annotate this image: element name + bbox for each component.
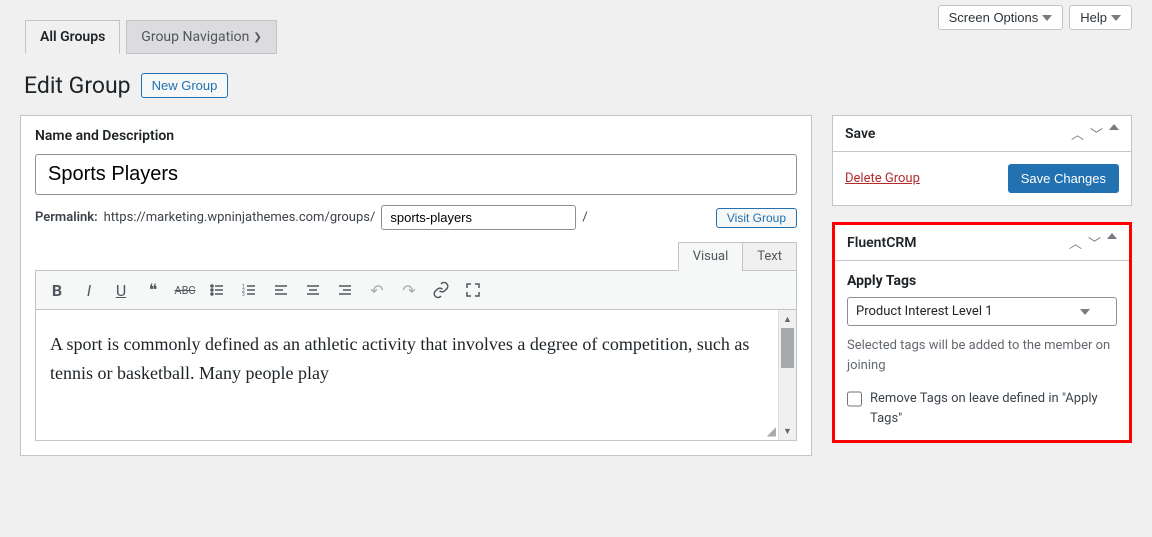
editor-content[interactable]: A sport is commonly defined as an athlet… bbox=[36, 310, 778, 440]
tab-all-groups[interactable]: All Groups bbox=[25, 20, 120, 54]
editor-tab-visual[interactable]: Visual bbox=[678, 242, 744, 271]
section-label: Name and Description bbox=[35, 128, 797, 144]
align-center-icon[interactable] bbox=[298, 275, 328, 305]
strikethrough-icon[interactable]: ABC bbox=[170, 275, 200, 305]
chevron-right-icon: ❯ bbox=[253, 32, 261, 43]
bullet-list-icon[interactable] bbox=[202, 275, 232, 305]
permalink-base: https://marketing.wpninjathemes.com/grou… bbox=[104, 210, 376, 225]
fluentcrm-title: FluentCRM bbox=[847, 235, 917, 251]
italic-icon[interactable]: I bbox=[74, 275, 104, 305]
move-up-icon[interactable]: ︿ bbox=[1069, 233, 1082, 252]
move-down-icon[interactable]: ﹀ bbox=[1088, 233, 1101, 252]
new-group-button[interactable]: New Group bbox=[141, 73, 229, 98]
scroll-up-icon[interactable]: ▲ bbox=[779, 310, 796, 328]
slug-input[interactable] bbox=[381, 205, 576, 230]
tab-label: All Groups bbox=[40, 29, 105, 45]
collapse-icon[interactable] bbox=[1107, 233, 1117, 239]
editor-toolbar: B I U ❝ ABC 123 bbox=[35, 270, 797, 310]
tab-label: Group Navigation bbox=[141, 29, 249, 45]
name-description-box: Name and Description Permalink: https://… bbox=[20, 115, 812, 456]
tags-select[interactable]: Product Interest Level 1 bbox=[847, 297, 1117, 326]
apply-tags-label: Apply Tags bbox=[847, 273, 1117, 289]
editor-tab-text[interactable]: Text bbox=[742, 242, 797, 271]
permalink-label: Permalink: bbox=[35, 210, 98, 225]
bold-icon[interactable]: B bbox=[42, 275, 72, 305]
underline-icon[interactable]: U bbox=[106, 275, 136, 305]
fullscreen-icon[interactable] bbox=[458, 275, 488, 305]
chevron-down-icon bbox=[1080, 309, 1090, 315]
collapse-icon[interactable] bbox=[1109, 124, 1119, 130]
scroll-thumb[interactable] bbox=[781, 328, 794, 368]
chevron-down-icon bbox=[1111, 15, 1121, 21]
group-title-input[interactable] bbox=[35, 154, 797, 195]
page-title: Edit Group bbox=[24, 72, 131, 99]
screen-options-label: Screen Options bbox=[949, 10, 1039, 25]
svg-text:3: 3 bbox=[242, 292, 245, 298]
save-changes-button[interactable]: Save Changes bbox=[1008, 164, 1119, 193]
link-icon[interactable] bbox=[426, 275, 456, 305]
screen-options-button[interactable]: Screen Options bbox=[938, 5, 1064, 30]
help-label: Help bbox=[1080, 10, 1107, 25]
numbered-list-icon[interactable]: 123 bbox=[234, 275, 264, 305]
resize-handle-icon[interactable]: ◢ bbox=[767, 424, 776, 438]
align-right-icon[interactable] bbox=[330, 275, 360, 305]
fluentcrm-box: FluentCRM ︿ ﹀ Apply Tags Product Interes… bbox=[832, 222, 1132, 443]
tags-helper-text: Selected tags will be added to the membe… bbox=[847, 336, 1117, 375]
blockquote-icon[interactable]: ❝ bbox=[138, 275, 168, 305]
move-up-icon[interactable]: ︿ bbox=[1071, 124, 1084, 143]
delete-group-link[interactable]: Delete Group bbox=[845, 171, 920, 186]
save-box: Save ︿ ﹀ Delete Group Save Changes bbox=[832, 115, 1132, 206]
visit-group-button[interactable]: Visit Group bbox=[716, 208, 797, 228]
undo-icon[interactable]: ↶ bbox=[362, 275, 392, 305]
save-box-title: Save bbox=[845, 126, 875, 142]
scroll-down-icon[interactable]: ▼ bbox=[779, 422, 796, 440]
scrollbar[interactable]: ▲ ▼ bbox=[778, 310, 796, 440]
help-button[interactable]: Help bbox=[1069, 5, 1132, 30]
align-left-icon[interactable] bbox=[266, 275, 296, 305]
slug-suffix: / bbox=[582, 210, 587, 225]
selected-tag: Product Interest Level 1 bbox=[856, 304, 993, 319]
move-down-icon[interactable]: ﹀ bbox=[1090, 124, 1103, 143]
redo-icon[interactable]: ↷ bbox=[394, 275, 424, 305]
chevron-down-icon bbox=[1042, 15, 1052, 21]
remove-tags-row[interactable]: Remove Tags on leave defined in "Apply T… bbox=[847, 389, 1117, 428]
remove-tags-checkbox[interactable] bbox=[847, 391, 862, 407]
tab-group-navigation[interactable]: Group Navigation ❯ bbox=[126, 20, 276, 54]
remove-tags-label: Remove Tags on leave defined in "Apply T… bbox=[870, 389, 1117, 428]
